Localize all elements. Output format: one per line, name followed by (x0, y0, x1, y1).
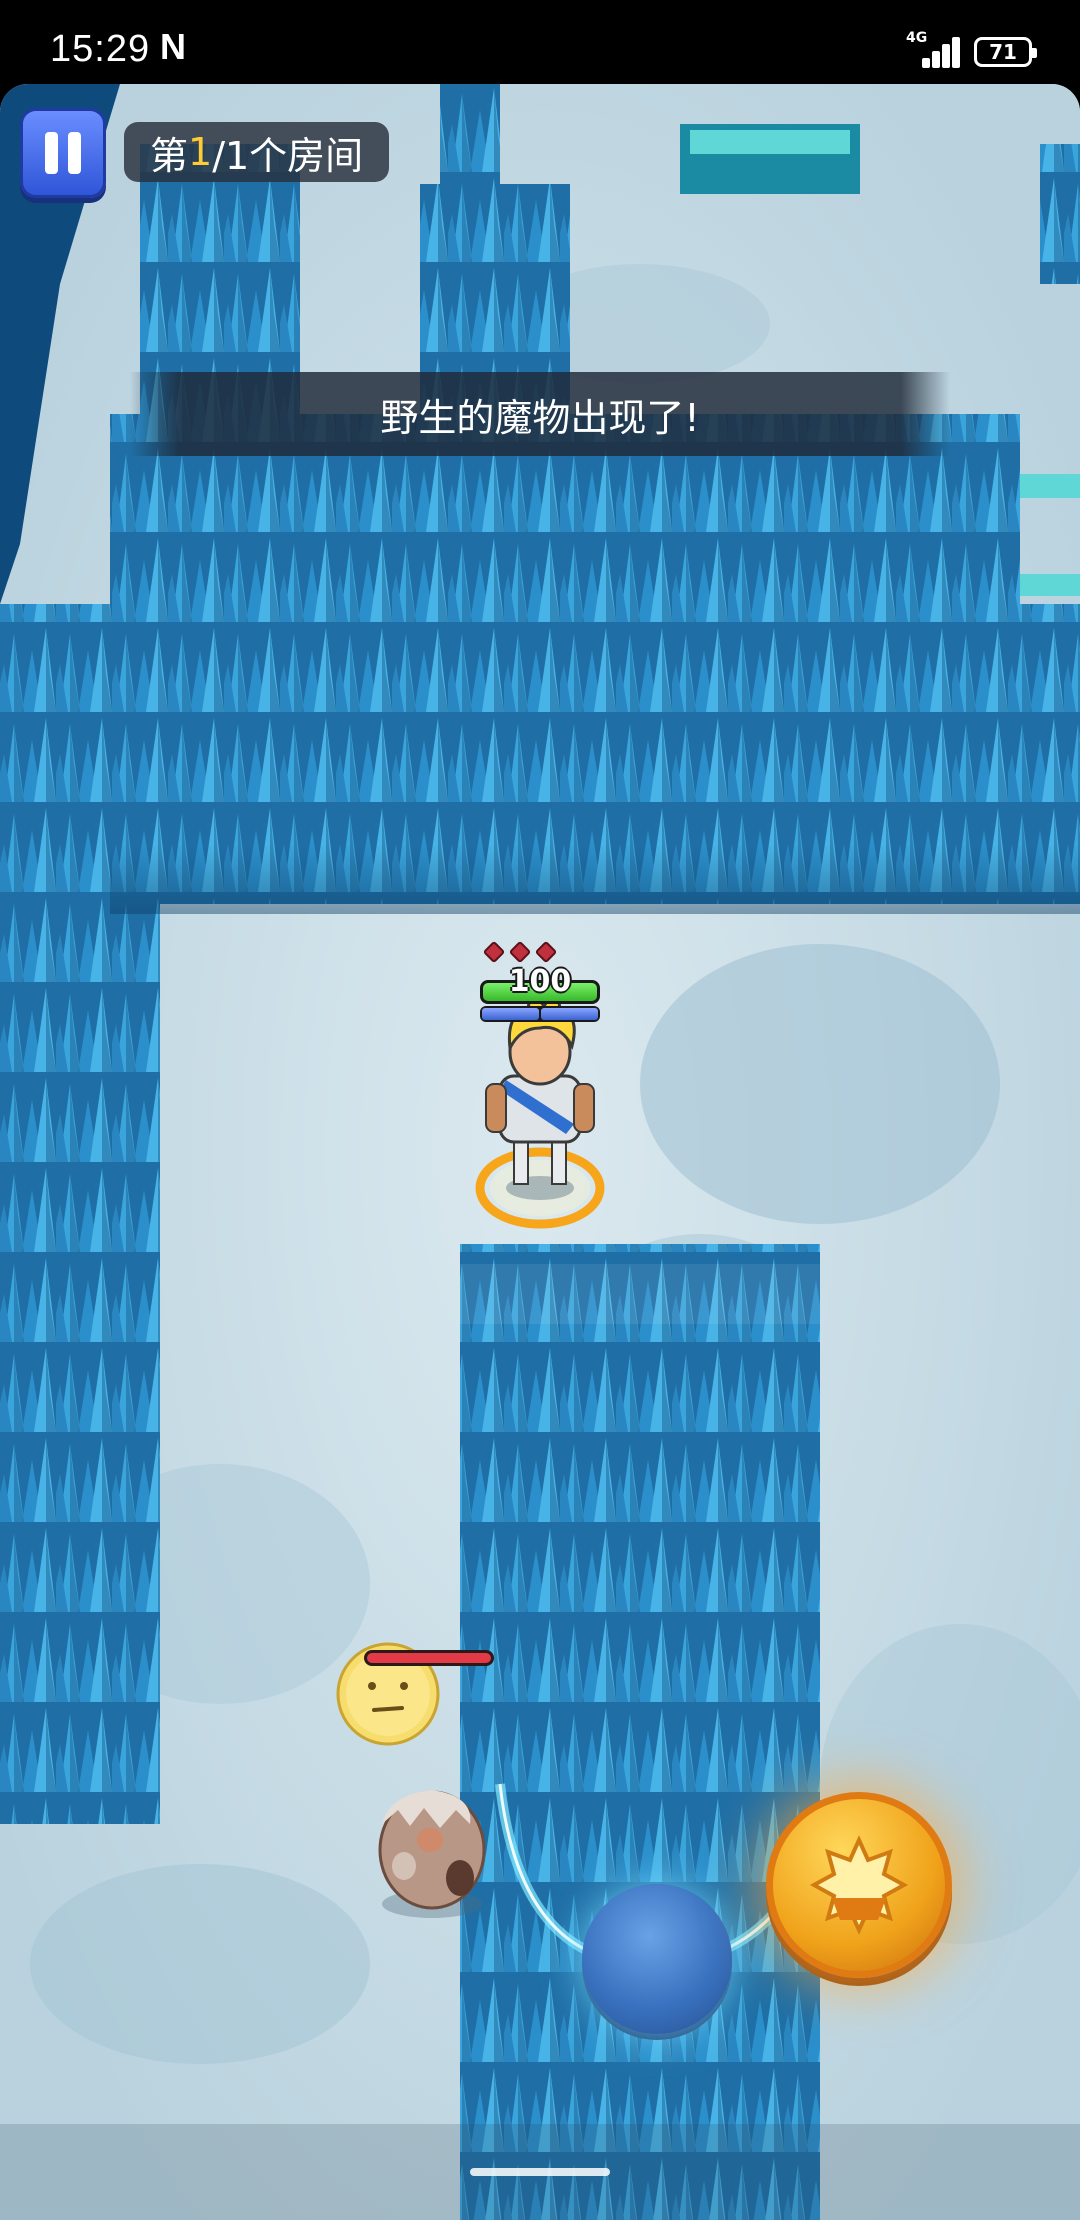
pause-icon (45, 132, 58, 174)
carrier-icon: N (160, 26, 186, 67)
player-mana-bar (480, 1006, 600, 1022)
network-type-label: 4G (906, 30, 928, 46)
status-time: 15:29 (50, 28, 151, 70)
monster-appeared-banner: 野生的魔物出现了! (130, 372, 950, 456)
player-ammo-indicator (482, 940, 558, 964)
enemy-hp-fill (367, 1653, 491, 1663)
status-indicators: 4G 71 (906, 30, 1037, 70)
battery-level: 71 (989, 40, 1017, 64)
battery-icon: 71 (974, 37, 1037, 67)
mana-segment (541, 1008, 598, 1020)
room-total: /1个房间 (212, 133, 364, 178)
game-scene[interactable]: 100 第 1/1个房间 野生的魔物出现了! (0, 84, 1080, 2220)
status-bar: 15:29 N 4G 71 (0, 0, 1080, 84)
ammo-icon (482, 940, 506, 964)
mana-segment (482, 1008, 539, 1020)
enemy-hp-bar (364, 1650, 494, 1666)
pause-button[interactable] (20, 108, 106, 198)
ammo-icon (534, 940, 558, 964)
player-hp-value: 100 (508, 964, 572, 999)
ammo-icon (508, 940, 532, 964)
home-indicator[interactable] (470, 2168, 610, 2176)
room-counter: 第 1/1个房间 (124, 122, 390, 182)
system-nav-bar (0, 2124, 1080, 2220)
signal-icon: 4G (906, 30, 960, 70)
room-current: 1 (188, 130, 213, 174)
room-prefix: 第 (150, 133, 189, 178)
banner-text: 野生的魔物出现了! (380, 395, 700, 440)
